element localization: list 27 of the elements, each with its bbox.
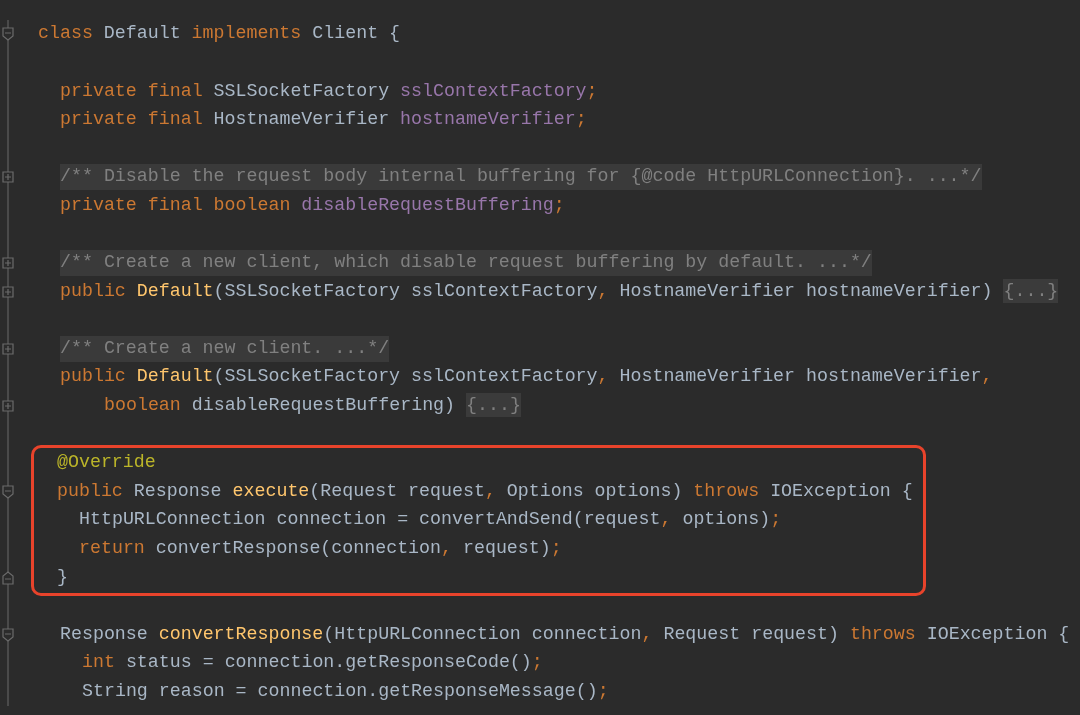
code-line: class Default implements Client { — [38, 23, 401, 46]
code-line: public Response execute(Request request, Options options) throws IOException { — [57, 480, 913, 503]
expand-icon[interactable] — [2, 284, 14, 299]
code-line: return convertResponse(connection, request); — [79, 538, 562, 560]
code-line: private final boolean disableRequestBuffering; — [60, 194, 565, 217]
expand-icon[interactable] — [2, 399, 14, 413]
doc-comment: /** Create a new client, which disable request buffering by default. ...*/ — [60, 250, 872, 276]
code-line: private final SSLSocketFactory sslContextFactory; — [60, 80, 598, 103]
code-line: boolean disableRequestBuffering) {...} — [104, 395, 521, 417]
collapse-icon[interactable] — [2, 627, 14, 642]
code-line: private final HostnameVerifier hostnameVerifier; — [60, 109, 587, 132]
code-line: } — [57, 566, 68, 589]
expand-icon[interactable] — [2, 170, 14, 185]
doc-comment: /** Create a new client. ...*/ — [60, 335, 390, 362]
collapse-icon[interactable] — [2, 484, 14, 499]
code-line: @Override — [57, 452, 156, 475]
code-line: HttpURLConnection connection = convertAndSend(request, options); — [79, 509, 782, 532]
expand-icon[interactable] — [2, 256, 14, 271]
collapse-icon[interactable] — [2, 27, 14, 42]
code-line: public Default(SSLSocketFactory sslContextFactory, HostnameVerifier hostnameVerifier) {...} — [60, 280, 1059, 303]
code-line: Response convertResponse(HttpURLConnection connection, Request request) throws IOException { — [60, 623, 1070, 646]
expand-icon[interactable] — [2, 341, 14, 356]
code-line: public Default(SSLSocketFactory sslContextFactory, HostnameVerifier hostnameVerifier, — [60, 366, 993, 389]
doc-comment: /** Disable the request body internal buffering for {@code HttpURLConnection}. ...*/ — [60, 164, 982, 191]
code-line: String reason = connection.getResponseMessage(); — [82, 680, 609, 703]
code-line: int status = connection.getResponseCode(); — [82, 652, 543, 675]
collapse-icon[interactable] — [2, 570, 14, 585]
